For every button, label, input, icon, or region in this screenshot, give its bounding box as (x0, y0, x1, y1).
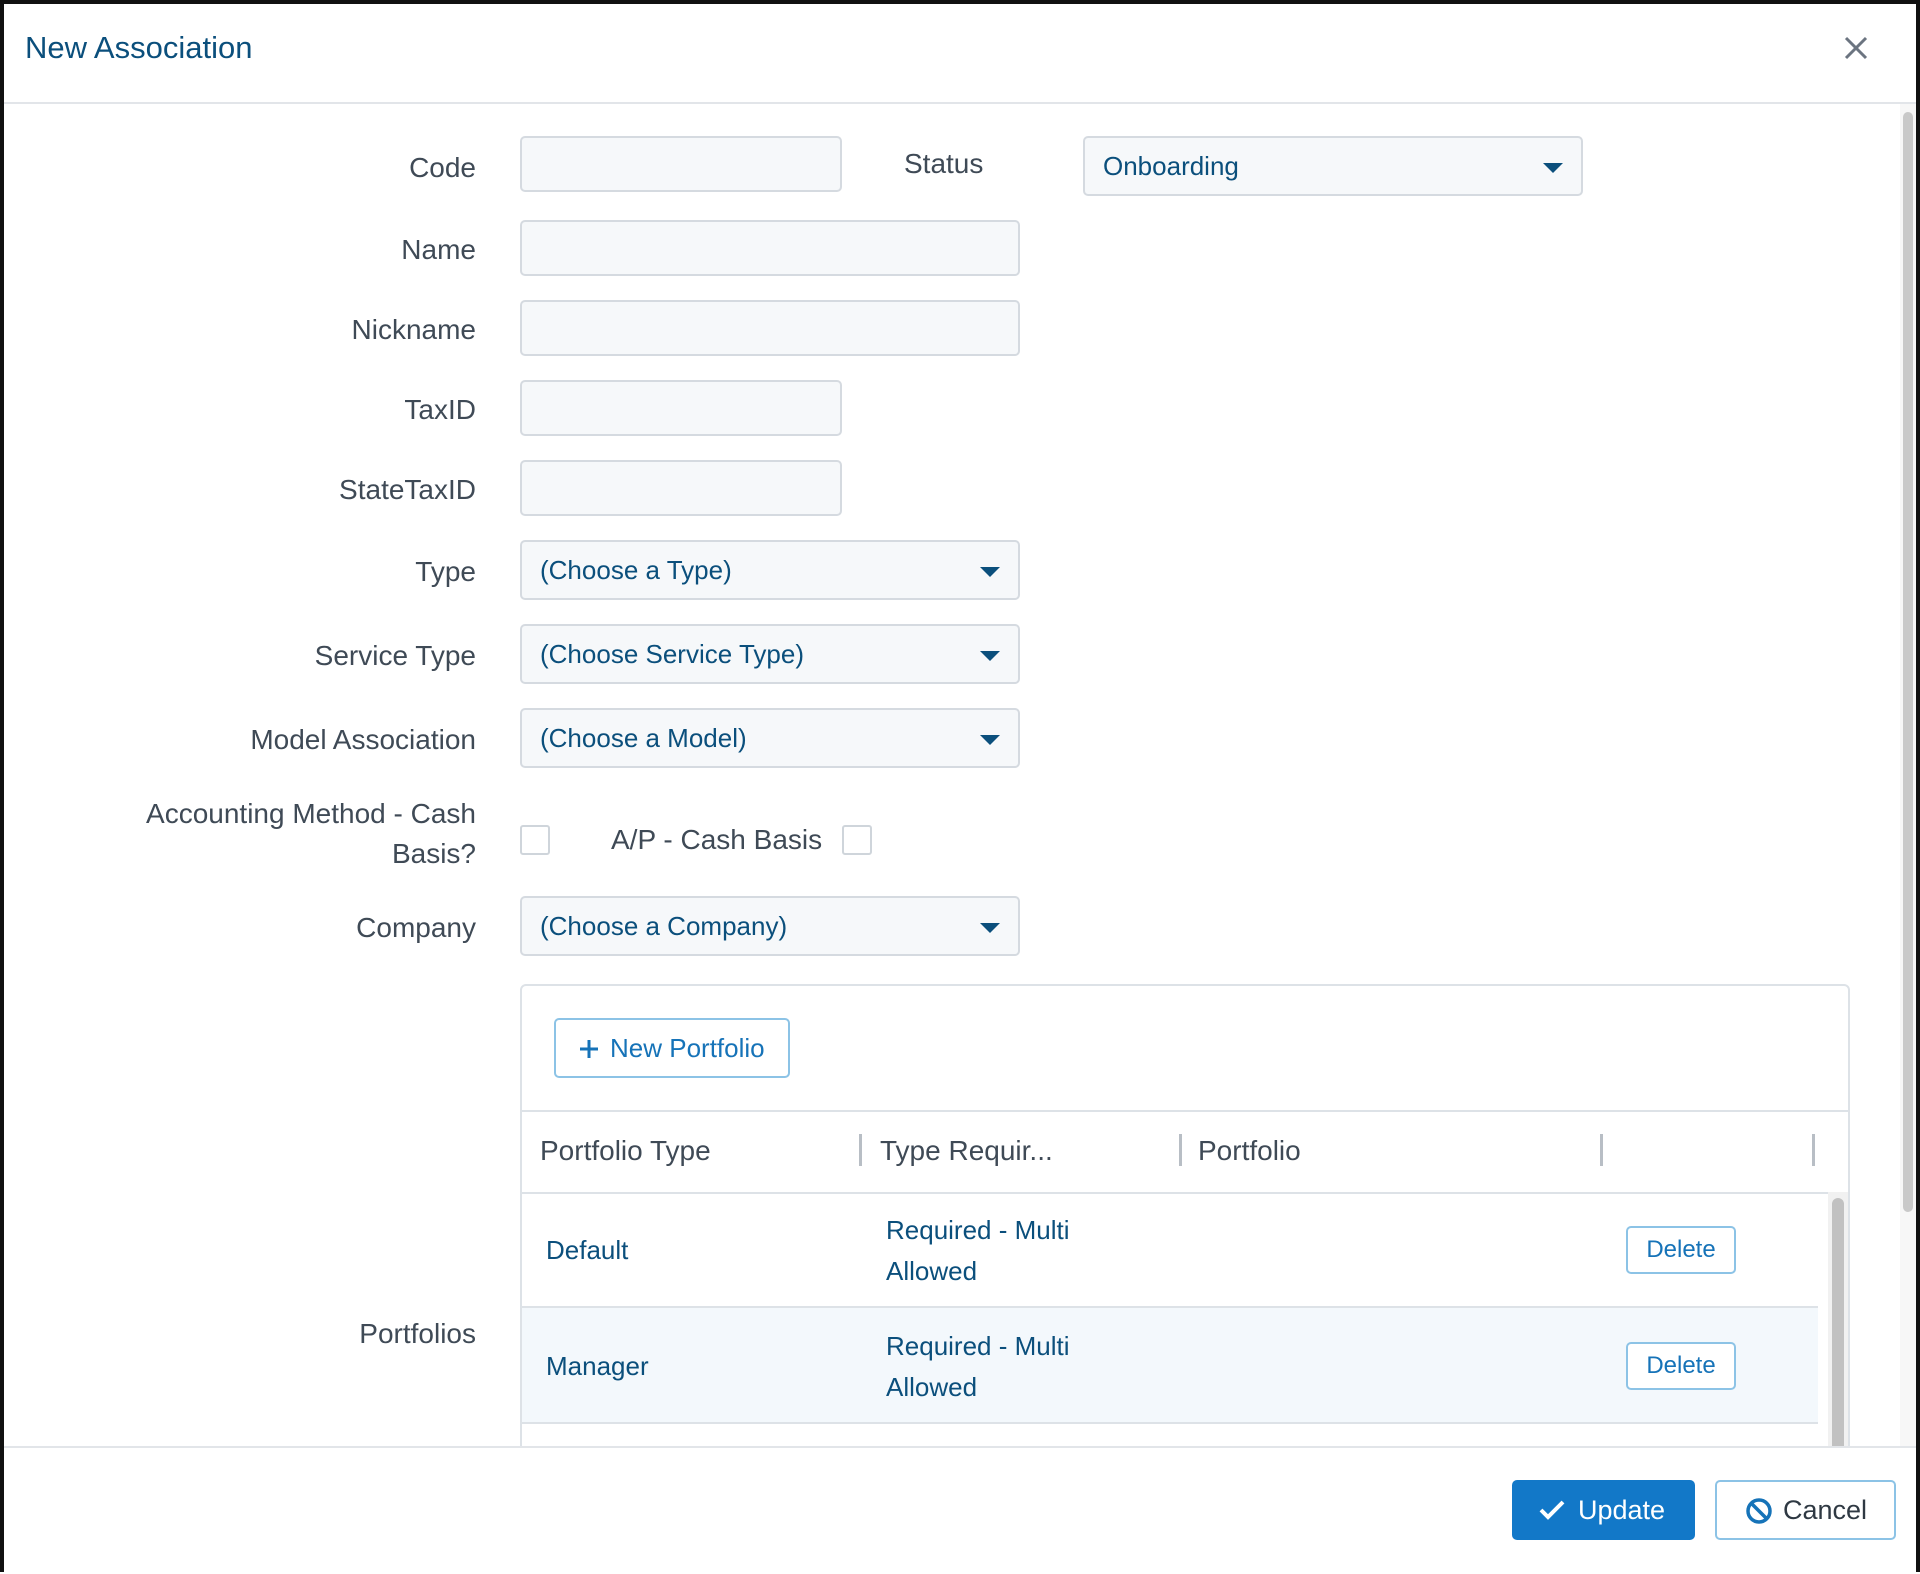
ap-cash-basis-label: A/P - Cash Basis (611, 824, 823, 855)
portfolios-label: Portfolios (359, 1318, 476, 1349)
type-select[interactable]: (Choose a Type) (520, 540, 1020, 600)
grid-header: Portfolio Type Type Requir... Portfolio (522, 1110, 1848, 1194)
column-resize-handle[interactable] (859, 1134, 862, 1166)
accounting-method-checkbox[interactable] (520, 825, 550, 855)
ap-cash-basis-checkbox[interactable] (842, 825, 872, 855)
cancel-button[interactable]: Cancel (1715, 1480, 1896, 1540)
check-icon (1539, 1500, 1565, 1520)
chevron-down-icon (980, 923, 1000, 933)
statetaxid-input[interactable] (520, 460, 842, 516)
status-label: Status (904, 148, 984, 179)
service-type-label: Service Type (314, 640, 476, 671)
table-row: Default Required - Multi Allowed Delete (522, 1192, 1818, 1308)
column-resize-handle[interactable] (1179, 1134, 1182, 1166)
chevron-down-icon (980, 651, 1000, 661)
column-resize-handle[interactable] (1812, 1134, 1815, 1166)
chevron-down-icon (1543, 163, 1563, 173)
type-requirement-cell: Required - Multi Allowed (886, 1210, 1070, 1292)
update-button[interactable]: Update (1512, 1480, 1695, 1540)
new-portfolio-label: New Portfolio (610, 1033, 765, 1063)
update-label: Update (1578, 1495, 1666, 1525)
status-select[interactable]: Onboarding (1083, 136, 1583, 196)
cancel-label: Cancel (1783, 1495, 1868, 1525)
type-requirement-cell: Required - Multi Allowed (886, 1326, 1070, 1408)
dialog-scrollbar-track[interactable] (1900, 104, 1916, 1446)
company-label: Company (356, 912, 476, 943)
type-requirement-line1: Required - Multi (886, 1215, 1070, 1245)
nickname-input[interactable] (520, 300, 1020, 356)
nickname-label: Nickname (351, 314, 476, 345)
portfolio-type-cell: Default (546, 1235, 629, 1265)
service-type-value: (Choose Service Type) (540, 639, 804, 669)
plus-icon (580, 1040, 598, 1058)
dialog-header: New Association (4, 4, 1916, 104)
grid-scrollbar-track[interactable] (1828, 1192, 1848, 1446)
dialog-footer: Update Cancel (4, 1446, 1916, 1574)
status-value: Onboarding (1103, 151, 1239, 181)
taxid-label: TaxID (404, 394, 476, 425)
code-label: Code (409, 152, 476, 183)
type-requirement-line2: Allowed (886, 1256, 978, 1286)
type-label: Type (415, 556, 476, 587)
column-portfolio-type[interactable]: Portfolio Type (540, 1112, 711, 1190)
chevron-down-icon (980, 735, 1000, 745)
column-resize-handle[interactable] (1600, 1134, 1603, 1166)
type-requirement-line1: Required - Multi (886, 1331, 1070, 1361)
column-type-requirement[interactable]: Type Requir... (880, 1112, 1053, 1190)
taxid-input[interactable] (520, 380, 842, 436)
portfolio-type-cell: Manager (546, 1351, 649, 1381)
code-input[interactable] (520, 136, 842, 192)
accounting-method-label: Accounting Method - Cash Basis? (4, 794, 476, 874)
delete-button[interactable]: Delete (1626, 1226, 1736, 1274)
type-requirement-line2: Allowed (886, 1372, 978, 1402)
company-value: (Choose a Company) (540, 911, 788, 941)
model-association-value: (Choose a Model) (540, 723, 747, 753)
portfolios-grid: New Portfolio Portfolio Type Type Requir… (520, 984, 1850, 1446)
service-type-select[interactable]: (Choose Service Type) (520, 624, 1020, 684)
new-association-dialog: New Association Code Status Onboarding N… (0, 0, 1920, 1574)
model-association-select[interactable]: (Choose a Model) (520, 708, 1020, 768)
dialog-scrollbar-thumb[interactable] (1903, 112, 1913, 1212)
statetaxid-label: StateTaxID (339, 474, 476, 505)
type-value: (Choose a Type) (540, 555, 732, 585)
ban-icon (1746, 1498, 1772, 1524)
column-portfolio[interactable]: Portfolio (1198, 1112, 1301, 1190)
model-association-label: Model Association (250, 724, 476, 755)
delete-button[interactable]: Delete (1626, 1342, 1736, 1390)
accounting-method-label-line2: Basis? (391, 838, 476, 869)
new-portfolio-button[interactable]: New Portfolio (554, 1018, 790, 1078)
company-select[interactable]: (Choose a Company) (520, 896, 1020, 956)
table-row: Manager Required - Multi Allowed Delete (522, 1308, 1818, 1424)
grid-scrollbar-thumb[interactable] (1832, 1198, 1844, 1446)
name-label: Name (401, 234, 476, 265)
close-icon[interactable] (1834, 26, 1878, 70)
name-input[interactable] (520, 220, 1020, 276)
dialog-body: Code Status Onboarding Name Nickname Tax… (4, 104, 1900, 1446)
accounting-method-label-line1: Accounting Method - Cash (146, 798, 476, 829)
dialog-title: New Association (25, 30, 253, 65)
chevron-down-icon (980, 567, 1000, 577)
